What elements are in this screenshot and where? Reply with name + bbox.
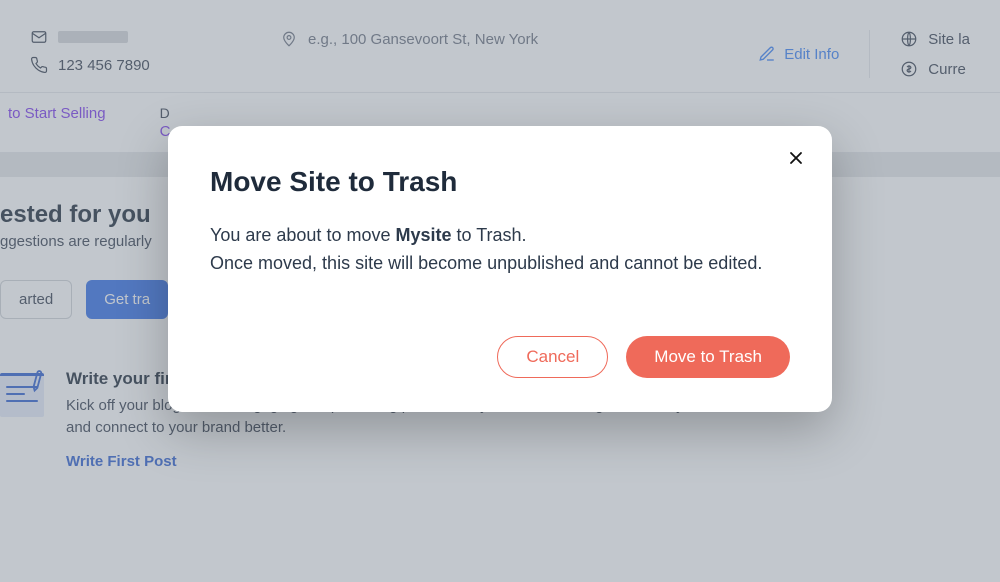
move-to-trash-modal: Move Site to Trash You are about to move… [168, 126, 832, 412]
modal-actions: Cancel Move to Trash [210, 336, 790, 378]
modal-site-name: Mysite [395, 225, 451, 245]
cancel-button[interactable]: Cancel [497, 336, 608, 378]
modal-body-mid: to Trash. [452, 225, 527, 245]
modal-overlay[interactable]: Move Site to Trash You are about to move… [0, 0, 1000, 582]
modal-title: Move Site to Trash [210, 166, 790, 198]
modal-body-prefix: You are about to move [210, 225, 395, 245]
modal-body-rest: Once moved, this site will become unpubl… [210, 253, 762, 273]
modal-body: You are about to move Mysite to Trash. O… [210, 222, 790, 278]
move-to-trash-button[interactable]: Move to Trash [626, 336, 790, 378]
close-icon [786, 148, 806, 168]
modal-close-button[interactable] [782, 144, 810, 172]
